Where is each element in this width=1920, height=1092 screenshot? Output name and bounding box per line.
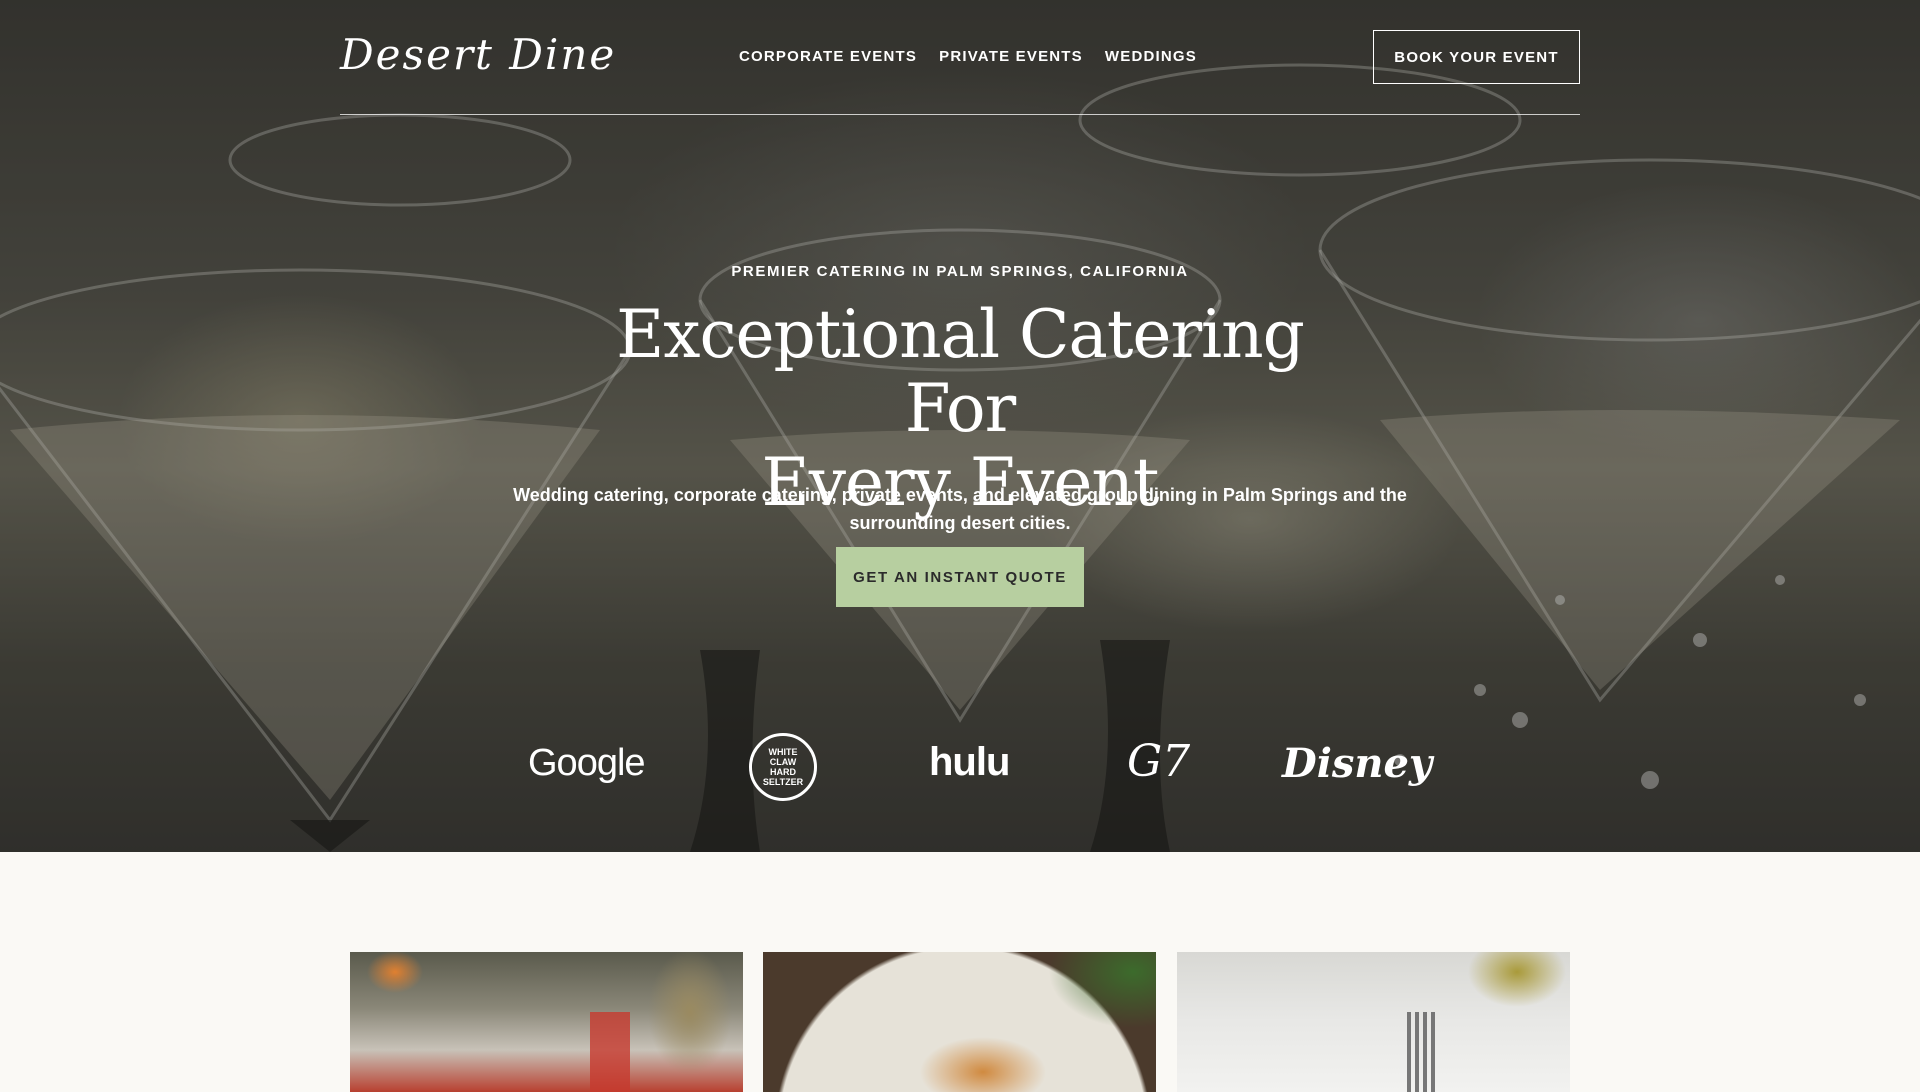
disney-logo: Disney [1282,740,1433,787]
hero-section: Desert Dine CORPORATE EVENTS PRIVATE EVE… [0,0,1920,852]
nav-link-corporate-events[interactable]: CORPORATE EVENTS [739,48,917,65]
hero-eyebrow: PREMIER CATERING IN PALM SPRINGS, CALIFO… [731,263,1189,280]
nav-links: CORPORATE EVENTS PRIVATE EVENTS WEDDINGS [739,48,1197,65]
g7-logo: G7 [1127,736,1191,787]
event-cards [350,952,1571,1092]
client-logos: Google WHITE CLAW HARD SELTZER hulu G7 D… [0,728,1920,808]
desert-dine-logo[interactable]: Desert Dine [340,30,616,79]
nav-link-weddings[interactable]: WEDDINGS [1105,48,1197,65]
hero-subtext: Wedding catering, corporate catering, pr… [513,485,1407,533]
event-card-image-2[interactable] [763,952,1156,1092]
white-claw-logo: WHITE CLAW HARD SELTZER [749,733,817,801]
nav-link-private-events[interactable]: PRIVATE EVENTS [939,48,1083,65]
google-logo: Google [528,742,646,784]
hero-headline-line-1: Exceptional Catering For [616,296,1305,447]
top-navigation: Desert Dine CORPORATE EVENTS PRIVATE EVE… [340,0,1580,115]
hulu-logo: hulu [929,740,1010,784]
get-instant-quote-button[interactable]: GET AN INSTANT QUOTE [836,547,1084,607]
event-card-image-1[interactable] [350,952,743,1092]
book-your-event-button[interactable]: BOOK YOUR EVENT [1373,30,1580,84]
event-card-image-3[interactable] [1177,952,1570,1092]
